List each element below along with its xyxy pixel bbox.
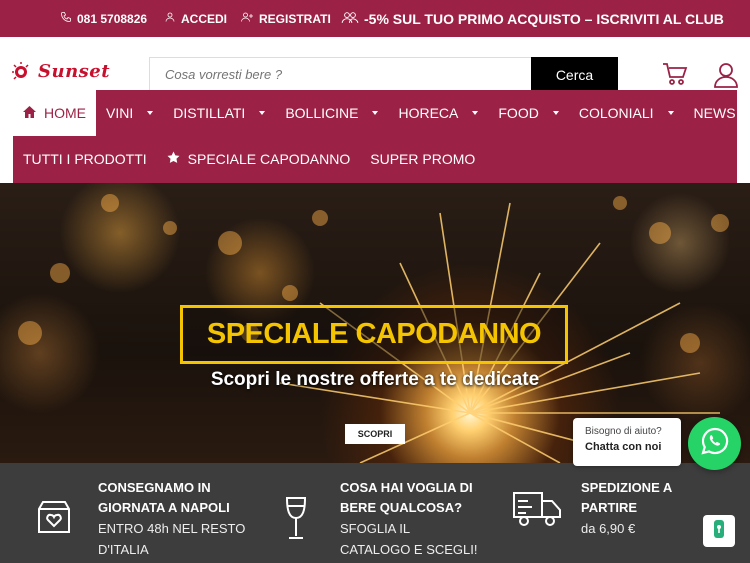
account-icon[interactable] [713,62,739,93]
user-icon [164,11,176,26]
feature-title: SPEDIZIONE A [581,480,673,495]
caret-down-icon [472,111,479,115]
feature-title: COSA HAI VOGLIA DI [340,480,473,495]
nav-row-2: TUTTI I PRODOTTI SPECIALE CAPODANNO SUPE… [13,136,485,182]
feature-catalog: COSA HAI VOGLIA DI BERE QUALCOSA? SFOGLI… [340,478,478,560]
phone-number: 081 5708826 [77,11,148,26]
lock-icon [711,519,727,544]
register-label: REGISTRATI [259,11,331,26]
nav-item-horeca[interactable]: HORECA [388,90,488,136]
logo-icon [12,61,29,80]
nav-label: HORECA [398,105,459,121]
wine-glass-icon [284,496,308,545]
phone-icon [60,11,72,26]
caret-down-icon [552,111,559,115]
chat-action: Chatta con noi [585,441,662,453]
club-promo-link[interactable]: -5% SUL TUO PRIMO ACQUISTO – ISCRIVITI A… [341,10,724,28]
nav-item-speciale-capodanno[interactable]: SPECIALE CAPODANNO [157,136,361,182]
chat-tooltip[interactable]: Bisogno di aiuto? Chatta con noi [573,418,681,466]
nav-label: SUPER PROMO [370,151,476,167]
feature-title: CONSEGNAMO IN [98,480,211,495]
phone-link[interactable]: 081 5708826 [60,11,147,26]
feature-title: PARTIRE [581,500,638,515]
nav-label: COLONIALI [578,105,654,121]
top-bar: 081 5708826 ACCEDI REGISTRATI -5% SUL TU… [0,0,750,37]
home-icon [23,105,36,121]
caret-down-icon [147,111,154,115]
nav-item-food[interactable]: FOOD [488,90,568,136]
feature-title: BERE QUALCOSA? [340,500,463,515]
nav-item-home[interactable]: HOME [13,90,96,136]
site-header: Sunset Cerca [0,37,750,93]
feature-delivery: CONSEGNAMO IN GIORNATA A NAPOLI ENTRO 48… [98,478,245,560]
hero-cta-button[interactable]: SCOPRI [345,424,405,444]
nav-row-1: HOME VINI DISTILLATI BOLLICINE HORECA FO… [13,90,746,136]
logo-text: Sunset [38,61,111,82]
nav-label: HOME [44,105,86,121]
package-heart-icon [36,499,72,540]
nav-item-coloniali[interactable]: COLONIALI [569,90,684,136]
star-icon [167,151,180,167]
whatsapp-button[interactable] [688,417,741,470]
nav-item-super-promo[interactable]: SUPER PROMO [360,136,485,182]
feature-text: ENTRO 48h NEL RESTO [98,521,246,536]
caret-down-icon [372,111,379,115]
nav-label: NEWS [693,105,736,121]
nav-item-bollicine[interactable]: BOLLICINE [275,90,388,136]
nav-item-tutti-i-prodotti[interactable]: TUTTI I PRODOTTI [13,136,157,182]
feature-title: GIORNATA A NAPOLI [98,500,230,515]
user-plus-icon [240,11,254,26]
nav-item-distillati[interactable]: DISTILLATI [163,90,275,136]
feature-text: CATALOGO E SCEGLI! [340,542,478,557]
nav-label: VINI [106,105,134,121]
login-link[interactable]: ACCEDI [164,11,227,26]
whatsapp-icon [700,426,730,461]
hero-title-box: SPECIALE CAPODANNO [180,305,568,364]
features-bar: CONSEGNAMO IN GIORNATA A NAPOLI ENTRO 48… [0,463,750,563]
nav-label: BOLLICINE [285,105,359,121]
search-button[interactable]: Cerca [531,57,618,92]
feature-text: D'ITALIA [98,542,149,557]
promo-text: -5% SUL TUO PRIMO ACQUISTO – ISCRIVITI A… [364,10,724,27]
chat-question: Bisogno di aiuto? [585,426,662,437]
nav-label: FOOD [498,105,539,121]
nav-item-news[interactable]: NEWS [684,90,746,136]
nav-label: DISTILLATI [173,105,246,121]
feature-text: da 6,90 € [581,521,636,536]
nav-item-vini[interactable]: VINI [96,90,163,136]
search-input[interactable] [149,57,531,92]
hero-title: SPECIALE CAPODANNO [206,318,542,350]
feature-text: SFOGLIA IL [340,521,411,536]
truck-icon [512,489,562,534]
cart-icon[interactable] [662,62,688,91]
feature-shipping: SPEDIZIONE A PARTIRE da 6,90 € [581,478,672,539]
nav-label: SPECIALE CAPODANNO [187,151,351,167]
hero-subtitle: Scopri le nostre offerte a te dedicate [210,369,540,390]
main-nav: HOME VINI DISTILLATI BOLLICINE HORECA FO… [13,90,737,183]
site-logo[interactable]: Sunset [12,61,110,82]
caret-down-icon [667,111,674,115]
users-icon [341,10,359,28]
login-label: ACCEDI [181,11,228,26]
register-link[interactable]: REGISTRATI [240,11,331,26]
privacy-lock-button[interactable] [703,515,735,547]
caret-down-icon [259,111,266,115]
nav-label: TUTTI I PRODOTTI [23,151,147,167]
